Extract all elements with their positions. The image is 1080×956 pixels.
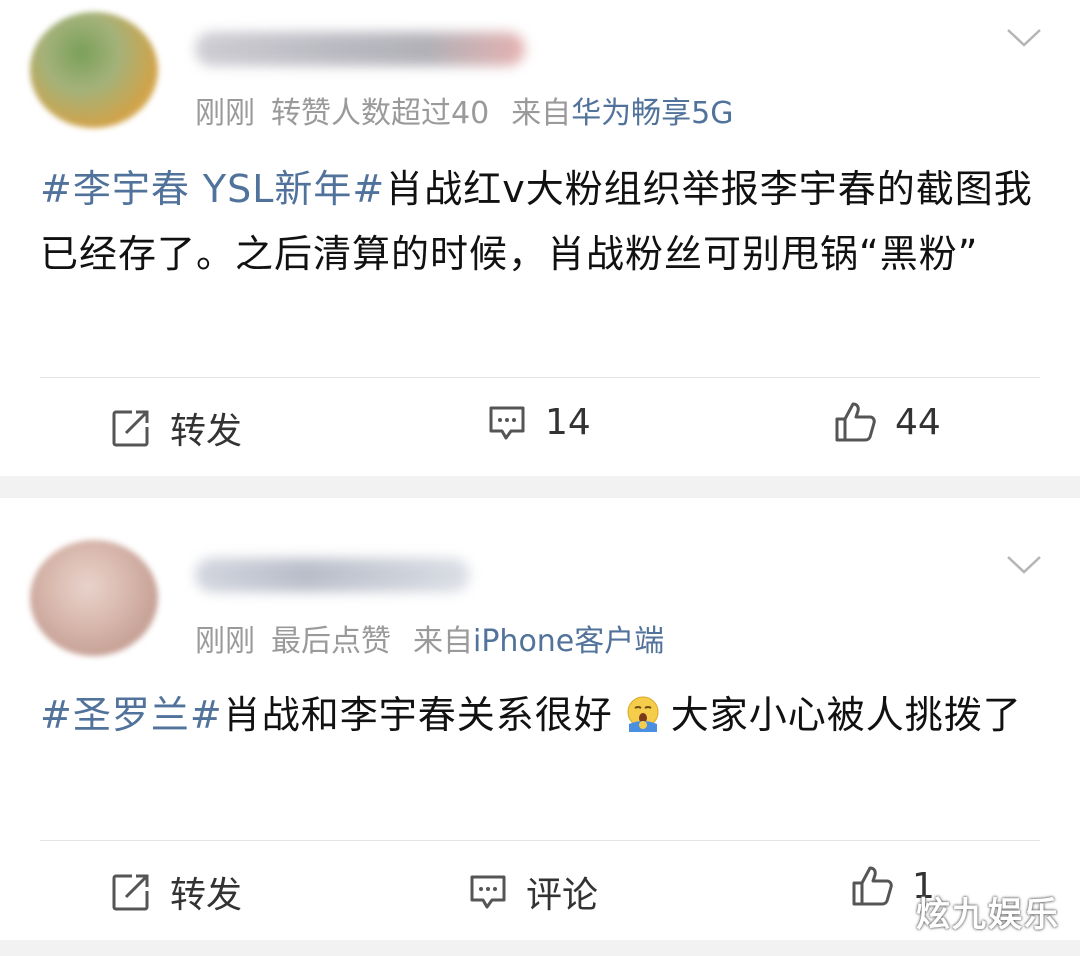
comment-icon: [489, 406, 525, 439]
username-blurred[interactable]: [195, 32, 525, 66]
post-activity: 转赞人数超过40: [271, 96, 490, 131]
comment-button[interactable]: 评论: [468, 866, 598, 918]
repost-button[interactable]: 转发: [110, 402, 242, 454]
post-meta: 刚刚 转赞人数超过40 来自华为畅享5G: [195, 88, 734, 132]
post-source-link[interactable]: iPhone客户端: [473, 624, 664, 659]
post-meta: 刚刚 最后点赞 来自iPhone客户端: [195, 616, 664, 660]
post-time: 刚刚: [195, 96, 255, 131]
thumbs-up-icon: [835, 402, 876, 442]
post-content: #李宇春 YSL新年#肖战红v大粉组织举报李宇春的截图我已经存了。之后清算的时候…: [40, 157, 1050, 287]
comment-count: 14: [545, 402, 591, 443]
source-prefix: 来自: [511, 96, 572, 131]
topic-tag[interactable]: #圣罗兰#: [40, 693, 223, 737]
username-blurred[interactable]: [195, 558, 470, 592]
watermark: 炫九娱乐: [916, 895, 1060, 935]
repost-label: 转发: [170, 875, 243, 916]
post-card: 刚刚 转赞人数超过40 来自华为畅享5G #李宇春 YSL新年#肖战红v大粉组织举报…: [0, 0, 1080, 476]
repost-button[interactable]: 转发: [110, 866, 242, 918]
divider: [40, 377, 1040, 378]
post-source-link[interactable]: 华为畅享5G: [571, 96, 733, 131]
post-activity: 最后点赞: [271, 624, 391, 659]
post-text-continued: 大家小心被人挑拨了: [670, 693, 1022, 737]
like-button[interactable]: 44: [833, 400, 941, 444]
thumbs-up-icon: [852, 866, 893, 906]
yawn-emoji-icon: [623, 689, 663, 754]
comment-label: 评论: [526, 875, 599, 916]
avatar[interactable]: [30, 12, 158, 128]
repost-label: 转发: [170, 411, 243, 452]
avatar[interactable]: [30, 540, 158, 656]
repost-icon: [112, 874, 149, 911]
source-prefix: 来自: [413, 624, 473, 659]
chevron-down-icon[interactable]: [1006, 28, 1042, 48]
comment-button[interactable]: 14: [487, 402, 591, 443]
post-content: #圣罗兰#肖战和李宇春关系很好 大家小心被人挑拨了: [40, 683, 1050, 754]
divider: [40, 840, 1040, 841]
comment-icon: [470, 875, 506, 909]
chevron-down-icon[interactable]: [1006, 555, 1042, 575]
post-time: 刚刚: [195, 624, 255, 659]
topic-tag[interactable]: #李宇春 YSL新年#: [40, 167, 385, 211]
repost-icon: [112, 410, 149, 447]
post-text: 肖战和李宇春关系很好: [222, 693, 613, 737]
like-count: 44: [895, 401, 941, 443]
